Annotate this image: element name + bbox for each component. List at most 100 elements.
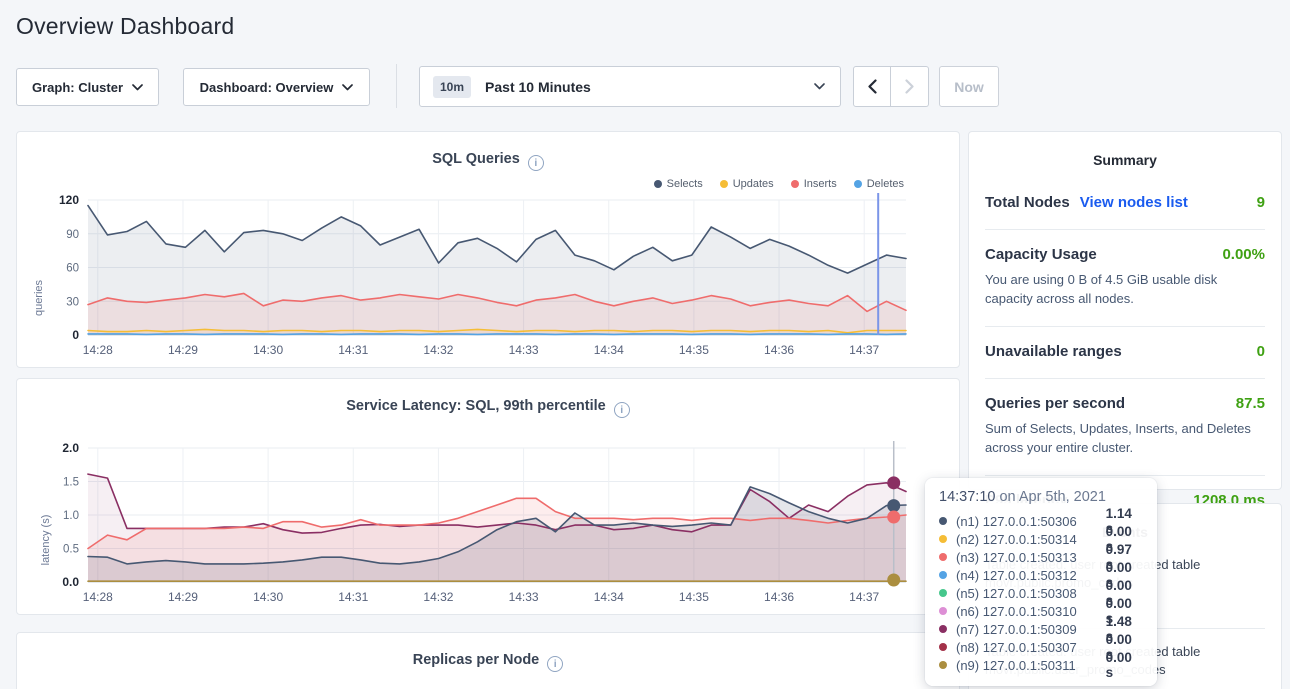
summary-row-value: 0	[1257, 343, 1265, 360]
tooltip-node-name: (n7) 127.0.0.1:50309	[956, 622, 1106, 637]
info-icon[interactable]: i	[614, 402, 630, 418]
chevron-right-icon	[905, 79, 914, 94]
time-range-label: Past 10 Minutes	[485, 79, 591, 95]
tooltip-node-value: 0.00 s	[1106, 650, 1143, 680]
sql-queries-title: SQL Queries	[432, 151, 520, 167]
node-color-dot-icon	[939, 589, 947, 597]
svg-text:14:35: 14:35	[679, 343, 709, 357]
legend-dot-icon	[854, 180, 862, 188]
svg-text:14:33: 14:33	[509, 343, 539, 357]
sql-queries-title-row: SQL Queries i	[17, 132, 959, 171]
legend-dot-icon	[791, 180, 799, 188]
chevron-down-icon	[132, 84, 143, 91]
svg-text:0.5: 0.5	[63, 544, 79, 556]
summary-panel: Summary Total Nodes View nodes list 9 Capac…	[968, 131, 1282, 490]
service-latency-title: Service Latency: SQL, 99th percentile	[346, 398, 606, 414]
svg-text:1.5: 1.5	[63, 477, 79, 489]
svg-text:14:32: 14:32	[423, 343, 453, 357]
svg-text:90: 90	[66, 229, 79, 241]
view-nodes-list-link[interactable]: View nodes list	[1080, 194, 1188, 211]
summary-row: Total Nodes View nodes list 9	[985, 178, 1265, 230]
toolbar-divider	[396, 64, 397, 108]
chevron-left-icon	[868, 79, 877, 94]
tooltip-node-name: (n8) 127.0.0.1:50307	[956, 640, 1106, 655]
svg-text:14:33: 14:33	[509, 590, 539, 604]
node-color-dot-icon	[939, 607, 947, 615]
summary-title: Summary	[969, 132, 1281, 168]
svg-text:14:31: 14:31	[338, 343, 368, 357]
tooltip-node-row: (n9) 127.0.0.1:503110.00 s	[939, 656, 1143, 674]
service-latency-chart[interactable]: 0.00.51.01.52.014:2814:2914:3014:3114:32…	[17, 436, 961, 611]
summary-row-label: Capacity Usage	[985, 246, 1097, 263]
svg-text:14:35: 14:35	[679, 590, 709, 604]
legend-dot-icon	[654, 180, 662, 188]
summary-row-label: Queries per second	[985, 395, 1125, 412]
tooltip-node-name: (n3) 127.0.0.1:50313	[956, 550, 1106, 565]
summary-row: Unavailable ranges 0	[985, 327, 1265, 379]
summary-row-value: 87.5	[1236, 395, 1265, 412]
sql-queries-chart[interactable]: 030609012014:2814:2914:3014:3114:3214:33…	[17, 188, 961, 363]
tooltip-node-name: (n5) 127.0.0.1:50308	[956, 586, 1106, 601]
time-range-badge: 10m	[433, 76, 471, 98]
time-range-dropdown[interactable]: 10m Past 10 Minutes	[419, 66, 841, 107]
graph-dropdown-label: Graph: Cluster	[32, 80, 123, 95]
chart-hover-tooltip: 14:37:10 on Apr 5th, 2021 (n1) 127.0.0.1…	[925, 478, 1157, 686]
summary-row-label: Unavailable ranges	[985, 343, 1122, 360]
svg-text:14:30: 14:30	[253, 343, 283, 357]
svg-text:0.0: 0.0	[62, 575, 79, 589]
svg-text:2.0: 2.0	[62, 441, 79, 455]
summary-row: Queries per second 87.5 Sum of Selects, Up…	[985, 379, 1265, 476]
svg-text:1.0: 1.0	[63, 510, 79, 522]
now-button[interactable]: Now	[939, 66, 999, 107]
legend-dot-icon	[720, 180, 728, 188]
chevron-down-icon	[814, 83, 825, 90]
tooltip-node-name: (n6) 127.0.0.1:50310	[956, 604, 1106, 619]
summary-row-value: 9	[1257, 194, 1265, 211]
toolbar: Graph: Cluster Dashboard: Overview 10m P…	[0, 60, 1290, 110]
info-icon[interactable]: i	[547, 656, 563, 672]
svg-text:14:34: 14:34	[594, 590, 624, 604]
svg-text:0: 0	[72, 328, 79, 342]
node-color-dot-icon	[939, 517, 947, 525]
svg-text:14:29: 14:29	[168, 590, 198, 604]
svg-text:120: 120	[59, 193, 79, 207]
replicas-title-row: Replicas per Node i	[17, 633, 959, 672]
time-prev-button[interactable]	[853, 66, 891, 107]
service-latency-panel: Service Latency: SQL, 99th percentilei l…	[16, 378, 960, 615]
svg-text:14:32: 14:32	[423, 590, 453, 604]
tooltip-node-name: (n1) 127.0.0.1:50306	[956, 514, 1106, 529]
node-color-dot-icon	[939, 643, 947, 651]
svg-text:14:30: 14:30	[253, 590, 283, 604]
svg-text:30: 30	[66, 296, 79, 308]
info-icon[interactable]: i	[528, 155, 544, 171]
svg-text:14:31: 14:31	[338, 590, 368, 604]
node-color-dot-icon	[939, 571, 947, 579]
tooltip-node-name: (n9) 127.0.0.1:50311	[956, 658, 1106, 673]
svg-text:14:36: 14:36	[764, 590, 794, 604]
svg-text:14:34: 14:34	[594, 343, 624, 357]
replicas-per-node-panel: Replicas per Node i	[16, 632, 960, 689]
node-color-dot-icon	[939, 535, 947, 543]
tooltip-node-name: (n2) 127.0.0.1:50314	[956, 532, 1106, 547]
svg-text:14:37: 14:37	[849, 590, 879, 604]
svg-text:14:28: 14:28	[83, 343, 113, 357]
dashboard-dropdown-label: Dashboard: Overview	[200, 80, 334, 95]
sql-queries-panel: SQL Queriesi SelectsUpdatesInsertsDelete…	[16, 131, 960, 368]
summary-row-label: Total Nodes	[985, 194, 1070, 211]
summary-row-value: 0.00%	[1222, 246, 1265, 263]
dashboard-dropdown[interactable]: Dashboard: Overview	[183, 68, 370, 106]
svg-text:14:36: 14:36	[764, 343, 794, 357]
node-color-dot-icon	[939, 553, 947, 561]
node-color-dot-icon	[939, 661, 947, 669]
chevron-down-icon	[342, 84, 353, 91]
summary-rows: Total Nodes View nodes list 9 Capacity Usag…	[985, 178, 1265, 527]
time-step-buttons	[853, 66, 929, 107]
svg-text:14:29: 14:29	[168, 343, 198, 357]
tooltip-date: on Apr 5th, 2021	[995, 489, 1105, 505]
summary-row-description: Sum of Selects, Updates, Inserts, and De…	[985, 419, 1265, 457]
graph-dropdown[interactable]: Graph: Cluster	[16, 68, 159, 106]
time-next-button[interactable]	[891, 66, 929, 107]
tooltip-node-name: (n4) 127.0.0.1:50312	[956, 568, 1106, 583]
page-title: Overview Dashboard	[16, 13, 234, 40]
replicas-title: Replicas per Node	[413, 652, 540, 668]
